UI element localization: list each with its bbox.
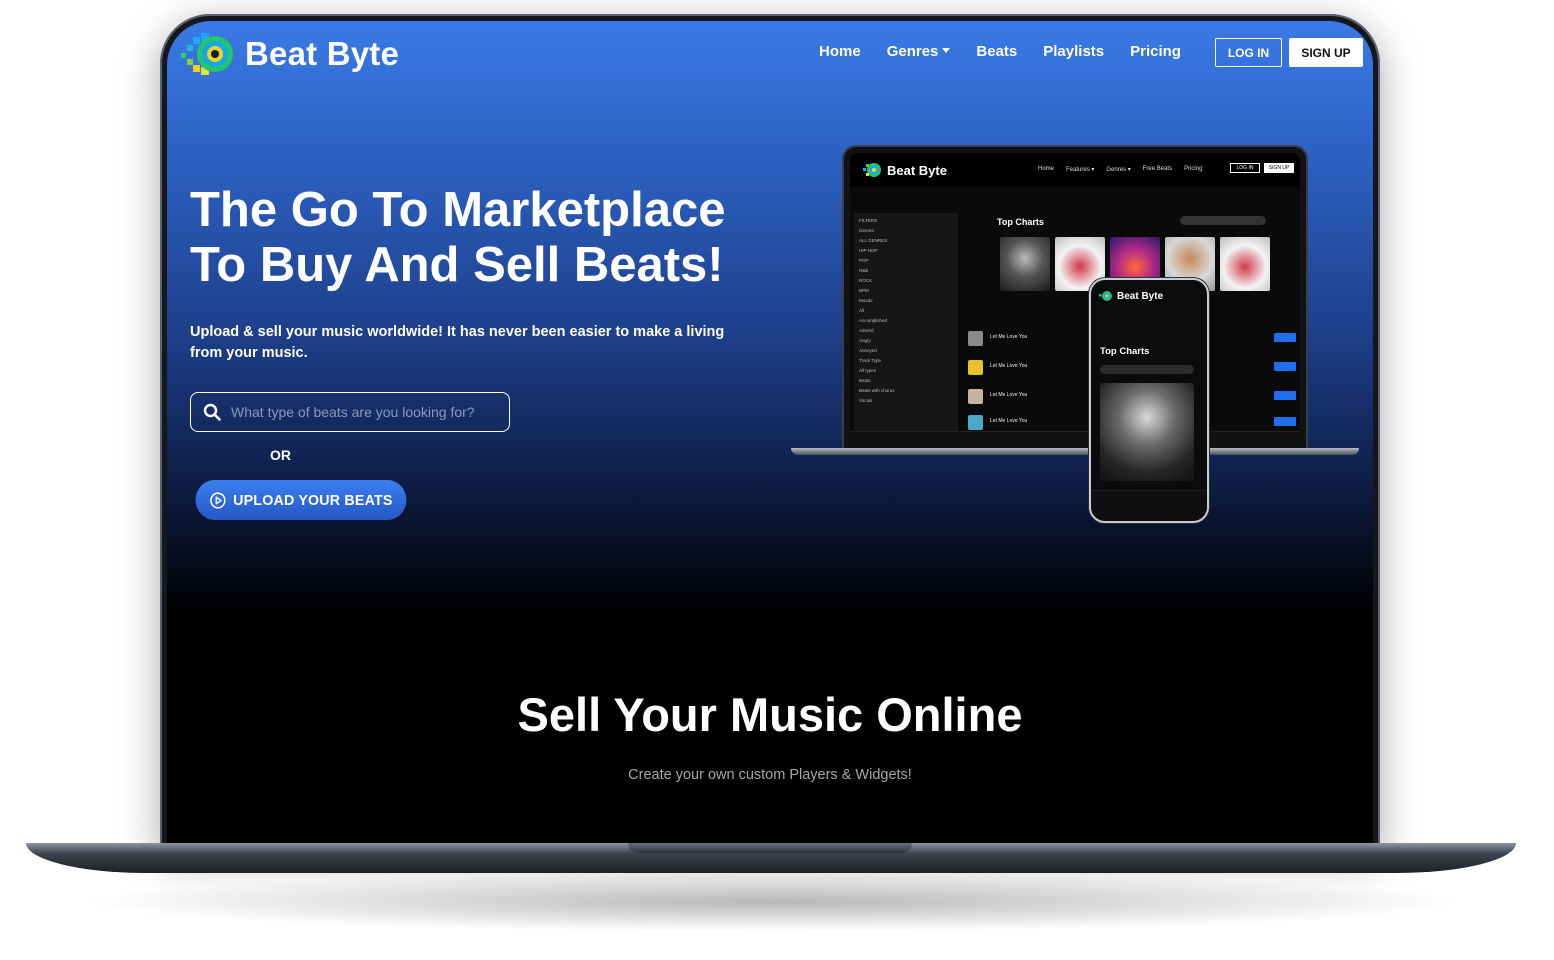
mockup-brand-name: Beat Byte	[887, 162, 947, 178]
mockup-brand: Beat Byte	[862, 162, 947, 178]
phone-cover-art	[1100, 383, 1194, 481]
signup-button[interactable]: SIGN UP	[1289, 38, 1363, 67]
mockup-track-title: Let Me Love You	[990, 418, 1028, 424]
mockup-track-thumb	[968, 331, 983, 346]
main-menu: Home Genres Beats Playlists Pricing	[819, 43, 1181, 60]
beat-search-input[interactable]	[231, 404, 501, 420]
nav-item-genres[interactable]: Genres	[887, 43, 951, 60]
phone-brand-name: Beat Byte	[1117, 290, 1164, 302]
nav-item-beats[interactable]: Beats	[976, 43, 1017, 60]
section-title: Sell Your Music Online	[517, 688, 1023, 741]
phone-player-bar	[1091, 490, 1207, 520]
mockup-player-bar	[850, 431, 1300, 447]
mockup-buy-button	[1274, 391, 1296, 400]
mockup-buy-button	[1274, 333, 1296, 342]
hero-title-line-2: To Buy And Sell Beats!	[190, 238, 724, 292]
upload-beats-button[interactable]: UPLOAD YOUR BEATS	[195, 480, 407, 520]
brand-logo[interactable]: Beat Byte	[179, 31, 399, 77]
chevron-down-icon	[942, 48, 951, 53]
play-circle-icon	[209, 491, 226, 509]
or-divider: OR	[270, 447, 291, 463]
search-icon	[203, 403, 221, 421]
mockup-cover	[1220, 237, 1270, 291]
mockup-menu-item: Free Beats	[1142, 166, 1173, 172]
mockup-filter-text: ALL GENRES	[859, 238, 888, 243]
mockup-filter-text: HIP HOP	[859, 248, 878, 253]
mockup-filter-text: Track Type	[859, 358, 882, 363]
mockup-menu-item: Genres ▾	[1106, 167, 1131, 173]
nav-item-genres-label: Genres	[886, 43, 939, 60]
login-button[interactable]: LOG IN	[1215, 38, 1282, 67]
phone-mockup: Beat Byte Top Charts	[1089, 278, 1209, 523]
mockup-logo-mark-icon	[863, 163, 881, 177]
mockup-navbar: Beat Byte Home Features ▾ Genres ▾ Free …	[850, 153, 1300, 187]
mockup-filter-text: BPM	[859, 288, 869, 293]
mockup-filters-panel: FILTERS Genres ALL GENRES HIP HOP POP R&…	[854, 213, 958, 431]
nav-item-playlists[interactable]: Playlists	[1043, 43, 1104, 60]
mockup-track-thumb	[968, 389, 983, 404]
upload-beats-label: UPLOAD YOUR BEATS	[233, 491, 393, 509]
logo-mark-icon	[181, 33, 233, 75]
mockup-track-thumb	[968, 360, 983, 375]
beat-search-box[interactable]	[190, 392, 510, 432]
mockup-track-title: Let Me Love You	[990, 363, 1028, 369]
mockup-filter-text: FILTERS	[859, 218, 878, 223]
floor-shadow	[80, 872, 1470, 932]
mockup-filter-text: Accomplished	[859, 318, 888, 323]
phone-brand: Beat Byte	[1099, 290, 1163, 302]
mockup-filter-text: ROCK	[859, 278, 873, 283]
mockup-filter-text: Beats with chorus	[859, 388, 895, 393]
mockup-filter-text: Vocals	[859, 398, 873, 403]
mockup-filter-text: All types	[859, 368, 877, 373]
mockup-track-title: Let Me Love You	[990, 334, 1028, 340]
mockup-menu-item: Home	[1038, 166, 1055, 172]
mockup-buy-button	[1274, 362, 1296, 371]
phone-search	[1100, 365, 1194, 374]
mockup-track-thumb	[968, 415, 983, 430]
hero-subtitle: Upload & sell your music worldwide! It h…	[190, 324, 725, 361]
website-screen: Beat Byte Home Genres Beats Playlists Pr…	[167, 21, 1373, 843]
laptop-mockup-screen: Beat Byte Home Features ▾ Genres ▾ Free …	[850, 153, 1300, 447]
mockup-track-title: Let Me Love You	[990, 392, 1028, 398]
navbar: Beat Byte Home Genres Beats Playlists Pr…	[167, 21, 1373, 87]
mockup-filter-text: Genres	[859, 228, 874, 233]
mockup-buy-button	[1274, 417, 1296, 426]
laptop-base-notch	[628, 843, 912, 853]
mockup-section-title: Top Charts	[997, 217, 1044, 227]
mockup-search	[1180, 216, 1266, 225]
mockup-menu-item: Pricing	[1184, 166, 1203, 172]
mockup-filter-text: Annoyed	[859, 348, 877, 353]
mockup-filter-text: Adored	[859, 328, 874, 333]
mockup-filter-text: All	[859, 308, 865, 313]
hero-title: The Go To Marketplace To Buy And Sell Be…	[190, 183, 770, 293]
laptop-mockup-base	[791, 448, 1359, 455]
mockup-signup-button: SIGN UP	[1264, 163, 1294, 173]
section-subtitle: Create your own custom Players & Widgets…	[628, 767, 912, 783]
mockup-cover	[1000, 237, 1050, 291]
brand-name: Beat Byte	[245, 35, 400, 72]
mockup-menu: Home Features ▾ Genres ▾ Free Beats Pric…	[1038, 166, 1202, 173]
mockup-filter-text: Angry	[859, 338, 871, 343]
phone-logo-mark-icon	[1099, 291, 1112, 301]
device-frame: Beat Byte Home Genres Beats Playlists Pr…	[0, 0, 1554, 960]
mockup-filter-text: R&B	[859, 268, 869, 273]
phone-section-title: Top Charts	[1100, 346, 1150, 357]
mockup-login-button: LOG IN	[1230, 163, 1260, 173]
hero-title-line-1: The Go To Marketplace	[190, 183, 726, 237]
laptop-mockup: Beat Byte Home Features ▾ Genres ▾ Free …	[842, 145, 1308, 451]
nav-item-pricing[interactable]: Pricing	[1130, 43, 1181, 60]
mockup-filter-text: POP	[859, 258, 869, 263]
mockup-filter-text: Moods	[859, 298, 873, 303]
nav-item-home[interactable]: Home	[819, 43, 861, 60]
mockup-menu-item: Features ▾	[1066, 167, 1095, 173]
mockup-filter-text: Beats	[859, 378, 871, 383]
